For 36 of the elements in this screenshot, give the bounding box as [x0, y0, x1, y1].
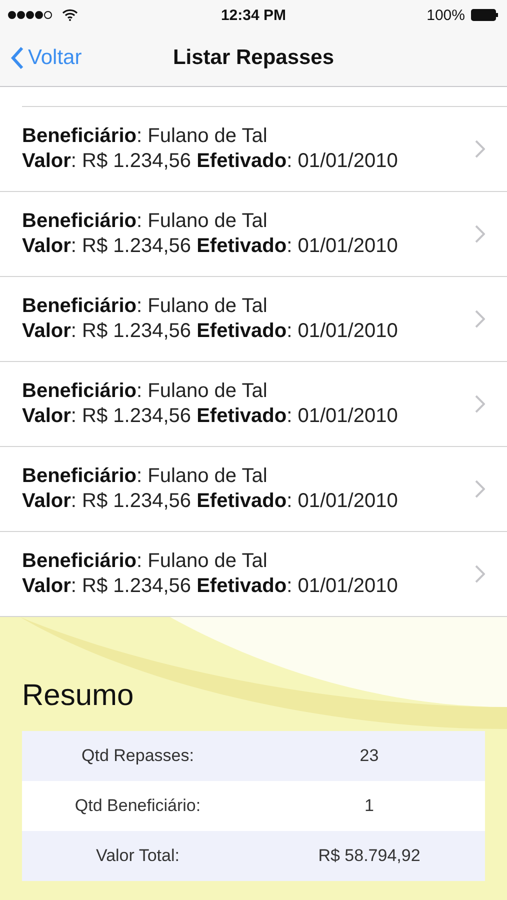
- transfer-list-item[interactable]: Beneficiário: Fulano de Tal Valor: R$ 1.234,56 Efetivado: 01/01/2010: [0, 192, 507, 277]
- summary-label: Qtd Repasses:: [80, 746, 195, 766]
- chevron-right-icon: [475, 310, 485, 328]
- chevron-right-icon: [475, 395, 485, 413]
- beneficiary-text: Beneficiário: Fulano de Tal: [22, 295, 268, 318]
- chevron-right-icon: [475, 565, 485, 583]
- chevron-right-icon: [475, 140, 485, 158]
- value-date-text: Valor: R$ 1.234,56 Efetivado: 01/01/2010: [22, 405, 399, 428]
- beneficiary-text: Beneficiário: Fulano de Tal: [22, 380, 268, 403]
- transfer-list-item[interactable]: Beneficiário: Fulano de Tal Valor: R$ 1.234,56 Efetivado: 01/01/2010: [0, 277, 507, 362]
- chevron-right-icon: [475, 225, 485, 243]
- summary-value: R$ 58.794,92: [317, 846, 422, 866]
- chevron-right-icon: [475, 480, 485, 498]
- value-date-text: Valor: R$ 1.234,56 Efetivado: 01/01/2010: [22, 320, 399, 343]
- chevron-left-icon: [10, 46, 24, 70]
- battery-percent: 100%: [426, 6, 465, 24]
- transfer-list-item[interactable]: Beneficiário: Fulano de Tal Valor: R$ 1.234,56 Efetivado: 01/01/2010: [0, 447, 507, 532]
- summary-title: Resumo: [22, 679, 135, 713]
- value-date-text: Valor: R$ 1.234,56 Efetivado: 01/01/2010: [22, 575, 399, 598]
- screen-title: Listar Repasses: [172, 46, 334, 70]
- value-date-text: Valor: R$ 1.234,56 Efetivado: 01/01/2010: [22, 235, 399, 258]
- battery-icon: [470, 9, 499, 21]
- summary-label: Qtd Beneficiário:: [74, 796, 202, 816]
- transfer-list-item[interactable]: Beneficiário: Fulano de Tal Valor: R$ 1.234,56 Efetivado: 01/01/2010: [0, 362, 507, 447]
- beneficiary-text: Beneficiário: Fulano de Tal: [22, 210, 268, 233]
- wifi-icon: [62, 9, 78, 21]
- summary-label: Valor Total:: [95, 846, 180, 866]
- summary-value: 23: [358, 746, 380, 766]
- beneficiary-text: Beneficiário: Fulano de Tal: [22, 550, 268, 573]
- value-date-text: Valor: R$ 1.234,56 Efetivado: 01/01/2010: [22, 150, 399, 173]
- beneficiary-text: Beneficiário: Fulano de Tal: [22, 125, 268, 148]
- beneficiary-text: Beneficiário: Fulano de Tal: [22, 465, 268, 488]
- value-date-text: Valor: R$ 1.234,56 Efetivado: 01/01/2010: [22, 490, 399, 513]
- summary-value: 1: [364, 796, 375, 816]
- status-time: 12:34 PM: [220, 6, 286, 24]
- transfer-list-item[interactable]: Beneficiário: Fulano de Tal Valor: R$ 1.234,56 Efetivado: 01/01/2010: [0, 107, 507, 192]
